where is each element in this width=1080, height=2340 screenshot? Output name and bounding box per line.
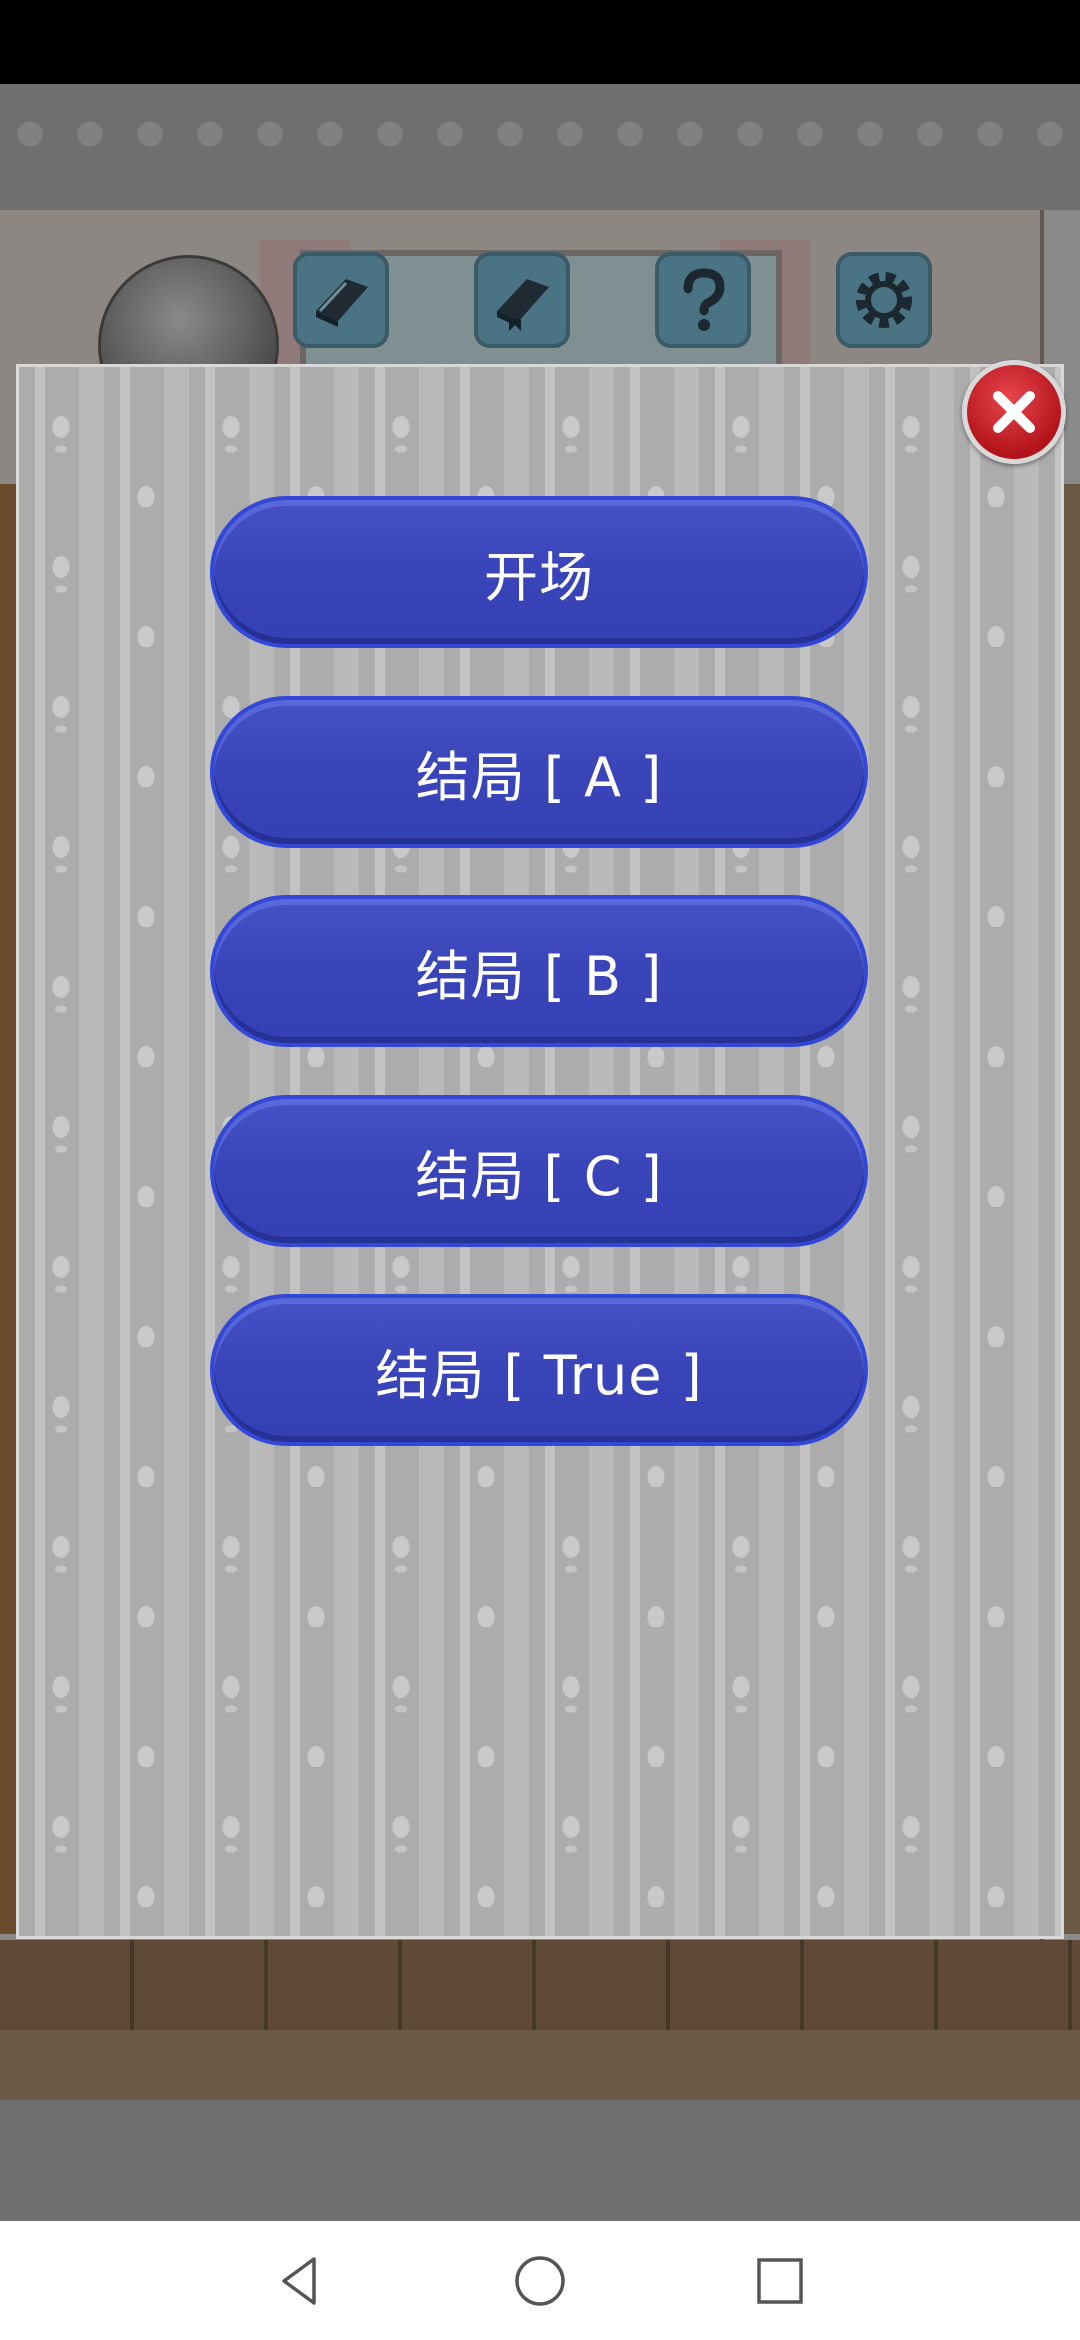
notebook-button[interactable]: [474, 252, 570, 348]
nav-recents-button[interactable]: [720, 2221, 840, 2340]
chapter-button-label: 结局 [ B ]: [415, 944, 663, 1008]
status-bar: [0, 0, 1080, 84]
bookmark-book-icon: [497, 279, 549, 331]
gear-icon: [856, 272, 912, 328]
close-button[interactable]: [962, 360, 1066, 464]
back-icon: [282, 2256, 316, 2305]
furniture-right: [1064, 484, 1080, 1934]
recents-icon: [757, 2257, 803, 2304]
help-icon: [683, 268, 725, 331]
navigation-bar: [0, 2221, 1080, 2340]
nav-back-button[interactable]: [240, 2221, 360, 2340]
close-icon: [993, 391, 1035, 433]
chapter-button-opening[interactable]: 开场: [210, 496, 868, 648]
book-icon: [316, 279, 368, 327]
chapter-button-ending-c[interactable]: 结局 [ C ]: [210, 1095, 868, 1247]
chapter-button-label: 结局 [ C ]: [415, 1144, 663, 1208]
chapter-button-label: 结局 [ True ]: [375, 1343, 703, 1407]
chapter-button-ending-true[interactable]: 结局 [ True ]: [210, 1294, 868, 1446]
floor-lower: [0, 2030, 1080, 2100]
chapter-button-label: 结局 [ A ]: [415, 745, 663, 809]
home-icon: [515, 2255, 565, 2306]
wallpaper-bottom: [0, 2100, 1080, 2221]
settings-button[interactable]: [836, 252, 932, 348]
chapter-button-label: 开场: [484, 545, 594, 609]
book-button[interactable]: [293, 252, 389, 348]
nav-home-button[interactable]: [480, 2221, 600, 2340]
chapter-button-ending-b[interactable]: 结局 [ B ]: [210, 895, 868, 1047]
chapter-button-ending-a[interactable]: 结局 [ A ]: [210, 696, 868, 848]
app-screen: 开场 结局 [ A ] 结局 [ B ] 结局 [ C ] 结局 [ True …: [0, 0, 1080, 2340]
wallpaper-top: [0, 84, 1080, 210]
help-button[interactable]: [655, 252, 751, 348]
